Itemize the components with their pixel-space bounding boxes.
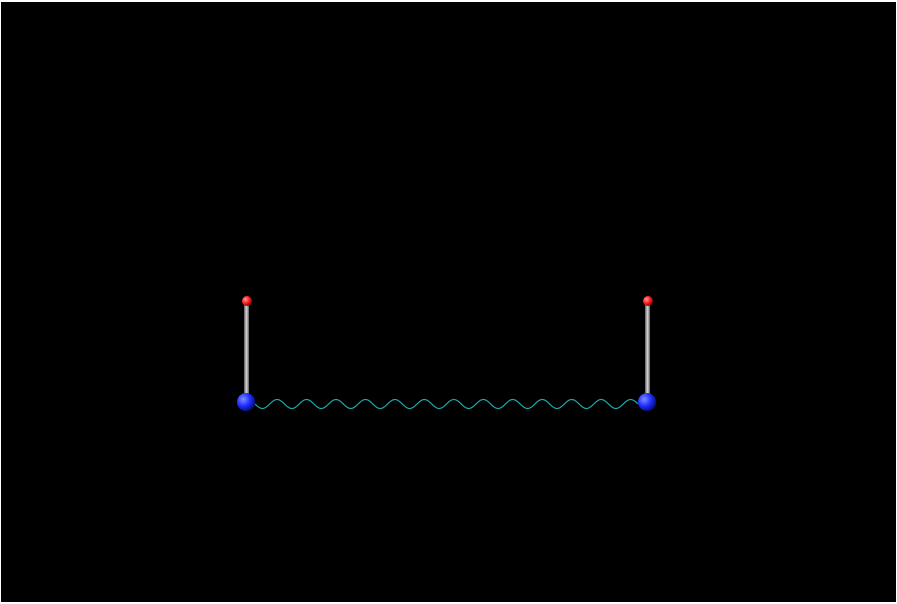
rod-bond-left [244, 302, 249, 402]
spring-bond [254, 398, 639, 410]
3d-viewport[interactable] [1, 2, 896, 602]
atom-top-right[interactable] [643, 296, 653, 306]
rod-bond-right [645, 302, 650, 402]
atom-base-left[interactable] [237, 393, 255, 411]
atom-base-right[interactable] [638, 393, 656, 411]
atom-top-left[interactable] [242, 296, 252, 306]
molecule-scene[interactable] [1, 2, 896, 602]
